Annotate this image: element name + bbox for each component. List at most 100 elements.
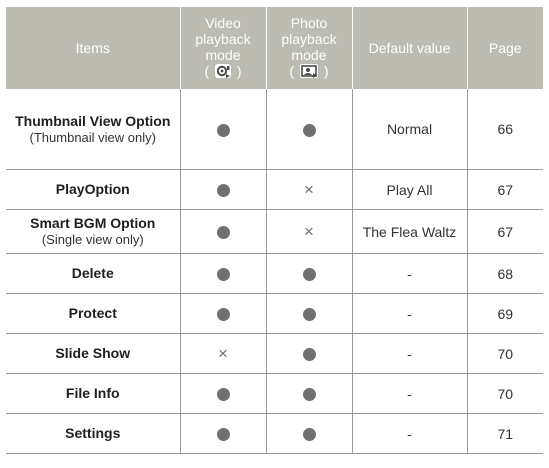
video-mode-cell <box>179 413 266 454</box>
header-default-value: Default value <box>351 7 467 89</box>
default-value: - <box>407 265 412 282</box>
table-body: Thumbnail View Option (Thumbnail view onl… <box>6 89 543 454</box>
default-value: - <box>407 385 412 402</box>
header-photo-line2: playback <box>281 30 337 47</box>
table-row: Smart BGM Option (Single view only) × The F… <box>6 209 543 254</box>
header-page: Page <box>466 7 543 89</box>
item-cell: File Info <box>6 373 180 414</box>
default-value-cell: - <box>351 373 467 414</box>
photo-playback-mode-icon <box>299 63 319 82</box>
photo-mode-cell <box>265 253 352 294</box>
page-number: 70 <box>497 345 514 362</box>
supported-dot-icon <box>302 388 316 402</box>
page-cell: 71 <box>466 413 543 454</box>
supported-dot-icon <box>216 226 230 240</box>
table-row: Thumbnail View Option (Thumbnail view onl… <box>6 89 543 170</box>
header-items: Items <box>6 7 180 89</box>
item-name: PlayOption <box>55 181 130 197</box>
video-mode-cell: × <box>179 333 266 374</box>
table-row: Slide Show × - 70 <box>6 333 543 374</box>
page-number: 67 <box>497 181 514 198</box>
supported-dot-icon <box>216 123 230 137</box>
item-name: Delete <box>71 265 114 281</box>
supported-dot-icon <box>302 123 316 137</box>
page-number: 68 <box>497 265 514 282</box>
photo-mode-cell <box>265 373 352 414</box>
page-number: 67 <box>497 223 514 240</box>
video-mode-cell <box>179 373 266 414</box>
default-value-cell: Play All <box>351 169 467 210</box>
page-number: 66 <box>497 121 514 137</box>
video-mode-cell <box>179 209 266 254</box>
header-video-line3: mode <box>205 46 241 63</box>
page-number: 71 <box>497 425 514 442</box>
page-cell: 69 <box>466 293 543 334</box>
photo-mode-cell <box>265 89 352 170</box>
page-cell: 66 <box>466 89 543 170</box>
item-cell: Settings <box>6 413 180 454</box>
video-mode-cell <box>179 253 266 294</box>
menu-items-table: Items Video playback mode () Photo play… <box>6 7 543 454</box>
default-value-cell: - <box>351 413 467 454</box>
item-cell: PlayOption <box>6 169 180 210</box>
supported-dot-icon <box>302 428 316 442</box>
default-value-cell: - <box>351 333 467 374</box>
default-value: - <box>407 345 412 362</box>
default-value-cell: - <box>351 253 467 294</box>
supported-dot-icon <box>216 428 230 442</box>
item-name: Settings <box>65 425 121 441</box>
item-note: (Thumbnail view only) <box>29 129 156 145</box>
item-name: Thumbnail View Option <box>15 112 171 129</box>
item-cell: Delete <box>6 253 180 294</box>
default-value: Play All <box>386 181 433 198</box>
video-mode-cell <box>179 293 266 334</box>
unsupported-cross-icon: × <box>304 180 314 200</box>
header-photo-line1: Photo <box>290 14 328 31</box>
page-cell: 70 <box>466 373 543 414</box>
item-cell: Protect <box>6 293 180 334</box>
supported-dot-icon <box>216 184 230 198</box>
page-cell: 70 <box>466 333 543 374</box>
header-video-line1: Video <box>205 14 241 31</box>
photo-mode-cell: × <box>265 169 352 210</box>
item-name: Protect <box>68 305 117 321</box>
header-photo-line3: mode <box>291 46 327 63</box>
default-value: Normal <box>386 121 433 137</box>
default-value: - <box>407 305 412 322</box>
item-note: (Single view only) <box>41 232 144 247</box>
item-name: Smart BGM Option <box>30 215 156 231</box>
video-playback-mode-icon <box>214 63 232 82</box>
supported-dot-icon <box>216 268 230 282</box>
table-row: Settings - 71 <box>6 413 543 454</box>
page-number: 70 <box>497 385 514 402</box>
item-name: File Info <box>65 385 120 401</box>
unsupported-cross-icon: × <box>304 222 314 242</box>
photo-mode-cell: × <box>265 209 352 254</box>
header-photo-playback-mode: Photo playback mode ( ) <box>265 7 352 89</box>
photo-mode-cell <box>265 413 352 454</box>
header-video-open-paren: ( <box>204 62 210 79</box>
table-row: PlayOption × Play All 67 <box>6 169 543 210</box>
table-row: Protect - 69 <box>6 293 543 334</box>
header-photo-open-paren: ( <box>289 62 295 79</box>
supported-dot-icon <box>216 388 230 402</box>
item-cell: Thumbnail View Option (Thumbnail view onl… <box>6 89 180 170</box>
header-row: Items Video playback mode () Photo play… <box>6 7 543 89</box>
supported-dot-icon <box>302 348 316 362</box>
default-value-cell: - <box>351 293 467 334</box>
page-cell: 67 <box>466 209 543 254</box>
page-cell: 67 <box>466 169 543 210</box>
table-row: Delete - 68 <box>6 253 543 294</box>
default-value: The Flea Waltz <box>362 223 457 240</box>
item-cell: Slide Show <box>6 333 180 374</box>
table-row: File Info - 70 <box>6 373 543 414</box>
video-mode-cell <box>179 169 266 210</box>
header-video-icon-row: ( ) <box>183 63 264 82</box>
supported-dot-icon <box>302 268 316 282</box>
header-photo-icon-row: ( ) <box>269 63 350 82</box>
header-video-close-paren: ) <box>236 62 242 79</box>
page-number: 69 <box>497 305 514 322</box>
page-cell: 68 <box>466 253 543 294</box>
item-cell: Smart BGM Option (Single view only) <box>6 209 180 254</box>
default-value-cell: Normal <box>351 89 467 170</box>
